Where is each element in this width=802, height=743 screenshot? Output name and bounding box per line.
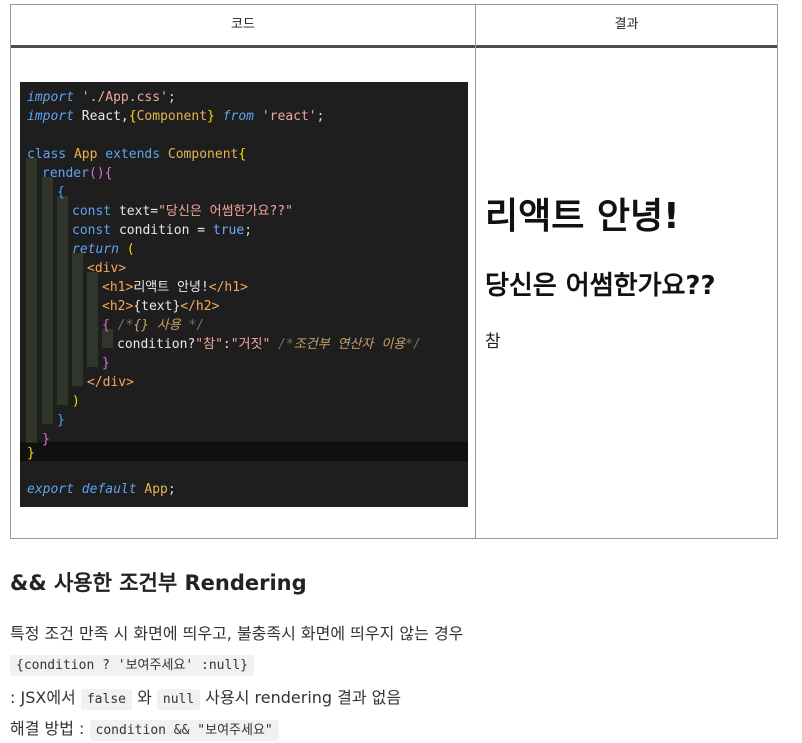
code-line-13: { /*{} 사용 */ [102, 318, 205, 333]
indent-guide [87, 272, 98, 367]
code-line-4: class App extends Component{ [27, 147, 247, 162]
paragraph-description: 특정 조건 만족 시 화면에 띄우고, 불충족시 화면에 띄우지 않는 경우 [10, 624, 464, 643]
code-line-2: import React,{Component} from 'react'; [27, 109, 325, 124]
result-heading-2: 당신은 어썸한가요?? [485, 271, 716, 301]
header-result: 결과 [614, 17, 639, 32]
jsx-note-suffix: 사용시 rendering 결과 없음 [200, 688, 402, 707]
current-line-highlight [20, 442, 468, 461]
result-heading-1: 리액트 안녕! [485, 196, 680, 237]
code-line-11: <h1>리액트 안녕!</h1> [102, 280, 248, 295]
header-code: 코드 [231, 17, 255, 32]
jsx-note-mid: 와 [131, 688, 157, 707]
code-line-7: const text="당신은 어썸한가요??" [72, 204, 293, 219]
code-line-5: render(){ [42, 166, 113, 181]
code-line-8: const condition = true; [72, 223, 253, 238]
code-line-22: export default App; [27, 482, 176, 497]
paragraph-code-example: {condition ? '보여주세요' :null} [10, 654, 254, 676]
code-line-18: } [57, 413, 65, 428]
paragraph-solution: 해결 방법 : condition && "보여주세요" [10, 715, 279, 741]
column-divider [475, 5, 476, 538]
indent-guide [72, 253, 83, 386]
code-line-6: { [57, 185, 65, 200]
solution-prefix: 해결 방법 : [10, 719, 90, 738]
indent-guide [57, 196, 68, 405]
inline-code-false: false [80, 689, 132, 710]
code-line-12: <h2>{text}</h2> [102, 299, 220, 314]
indent-guide [42, 177, 53, 424]
section-heading: && 사용한 조건부 Rendering [10, 571, 307, 595]
result-paragraph: 참 [485, 332, 501, 352]
code-line-20: } [27, 446, 35, 461]
code-line-10: <div> [87, 261, 127, 276]
code-line-15: } [102, 356, 110, 371]
code-result-table: 코드 결과 import './App.css'; import React,{… [10, 4, 778, 539]
paragraph-jsx-note: : JSX에서 false 와 null 사용시 rendering 결과 없음 [10, 684, 402, 710]
inline-code-solution: condition && "보여주세요" [89, 720, 279, 741]
jsx-note-prefix: : JSX에서 [10, 688, 81, 707]
code-editor-screenshot: import './App.css'; import React,{Compon… [20, 82, 468, 507]
inline-code-ternary: {condition ? '보여주세요' :null} [10, 655, 254, 676]
code-line-19: } [42, 432, 50, 447]
table-header: 코드 결과 [11, 5, 777, 48]
code-line-14: condition?"참":"거짓" /*조건부 연산자 이용*/ [117, 337, 421, 352]
indent-guide [26, 158, 37, 443]
code-line-16: </div> [87, 375, 134, 390]
code-line-9: return ( [72, 242, 135, 257]
code-line-1: import './App.css'; [27, 90, 176, 105]
code-line-17: ) [72, 394, 80, 409]
inline-code-null: null [156, 689, 201, 710]
